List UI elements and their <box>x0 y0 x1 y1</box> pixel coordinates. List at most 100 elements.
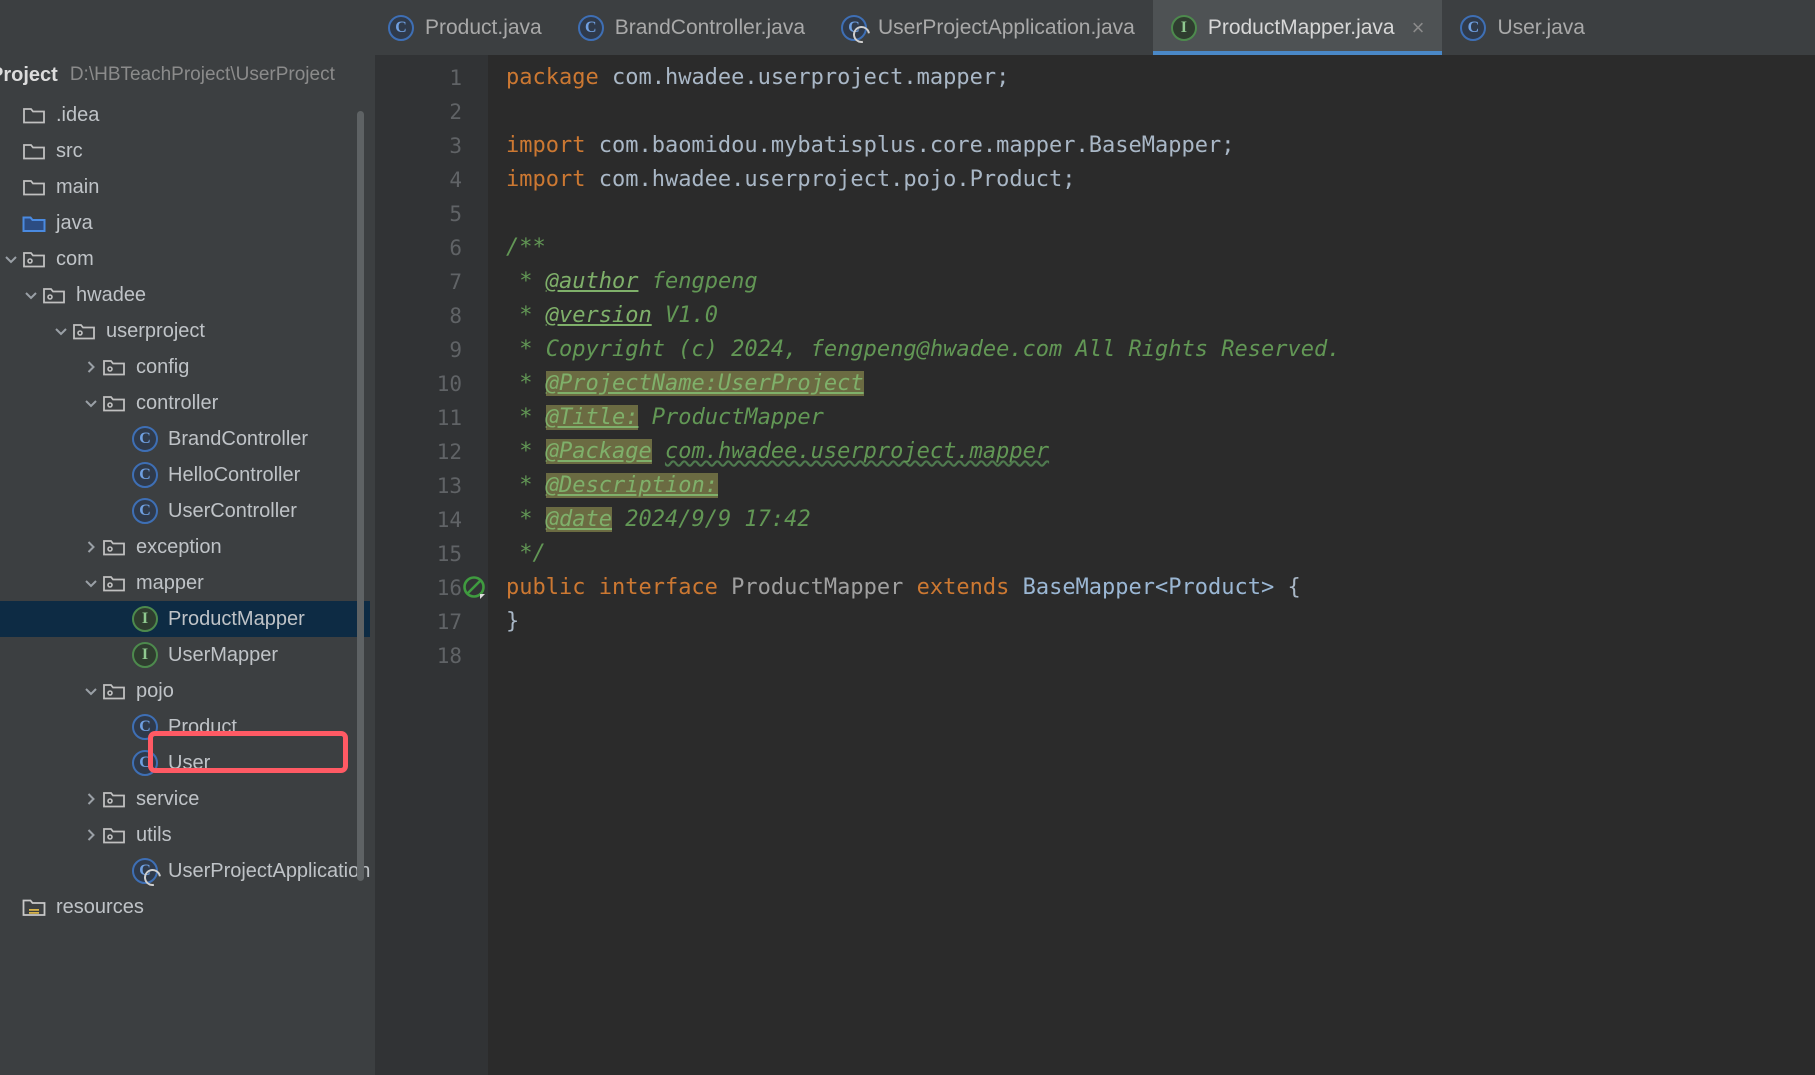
chevron-right-icon[interactable] <box>80 536 102 558</box>
chevron-right-icon[interactable] <box>80 788 102 810</box>
code-token: import <box>506 167 599 192</box>
editor-tab-product-java[interactable]: C Product.java <box>370 0 560 55</box>
code-line-15: */ <box>488 537 1815 571</box>
code-editor[interactable]: 1 2 3 4 5 6 7 8 9 10 11 12 13 14 15 16 17 18 package com.… <box>370 55 1815 1075</box>
tree-item-config[interactable]: config <box>0 349 370 385</box>
tree-item-controller[interactable]: controller <box>0 385 370 421</box>
tree-item-mapper[interactable]: mapper <box>0 565 370 601</box>
code-token: public <box>506 575 599 600</box>
project-panel-header: Project D:\HBTeachProject\UserProject <box>0 55 370 95</box>
project-path-label: D:\HBTeachProject\UserProject <box>69 64 335 85</box>
tree-item-com[interactable]: com <box>0 241 370 277</box>
tree-item-exception[interactable]: exception <box>0 529 370 565</box>
tree-item-label: User <box>168 751 211 774</box>
tree-item-label: utils <box>136 823 172 846</box>
project-panel-title: Project <box>0 63 58 86</box>
editor-tab-brandcontroller-java[interactable]: C BrandController.java <box>560 0 823 55</box>
line-number-15: 15 <box>436 542 462 566</box>
code-token: { <box>1274 575 1301 600</box>
code-token: V1.0 <box>651 303 718 328</box>
code-line-17: } <box>488 605 1815 639</box>
editor-tab-userprojectapplication-java[interactable]: C UserProjectApplication.java <box>823 0 1153 55</box>
tree-item-label: com <box>56 247 94 270</box>
package-folder-icon <box>72 320 96 342</box>
code-token: @Package <box>545 439 652 464</box>
chevron-down-icon[interactable] <box>50 320 72 342</box>
tree-item-label: userproject <box>106 319 205 342</box>
tree-item-usercontroller[interactable]: C UserController <box>0 493 370 529</box>
editor-gutter[interactable]: 1 2 3 4 5 6 7 8 9 10 11 12 13 14 15 16 17 18 <box>370 55 488 1075</box>
close-icon[interactable]: × <box>1412 16 1425 39</box>
tree-item-productmapper[interactable]: I ProductMapper <box>0 601 370 637</box>
line-number-14: 14 <box>436 508 462 532</box>
tree-item-label: BrandController <box>168 427 309 450</box>
code-line-14: * @date 2024/9/9 17:42 <box>488 503 1815 537</box>
code-token: @author <box>545 269 639 294</box>
tree-item-product[interactable]: C Product <box>0 709 370 745</box>
code-token: interface <box>598 575 732 600</box>
tree-item-label: mapper <box>136 571 204 594</box>
code-line-9: * Copyright (c) 2024, fengpeng@hwadee.co… <box>488 333 1815 367</box>
chevron-right-icon[interactable] <box>80 824 102 846</box>
code-token: 2024/9/9 17:42 <box>611 507 811 532</box>
tree-item-pojo[interactable]: pojo <box>0 673 370 709</box>
tree-item-src[interactable]: src <box>0 133 370 169</box>
chevron-down-icon[interactable] <box>0 248 22 270</box>
java-class-icon: C <box>1460 14 1487 41</box>
folder-icon <box>22 176 46 198</box>
tree-item--idea[interactable]: .idea <box>0 97 370 133</box>
code-token: com.hwadee.userproject.mapper; <box>611 65 1010 90</box>
folder-icon <box>22 140 46 162</box>
project-tree[interactable]: .idea src main java com hwadee userproject conf… <box>0 95 370 925</box>
tree-item-label: .idea <box>56 103 100 126</box>
tree-item-label: UserProjectApplication <box>168 859 370 882</box>
tree-item-label: main <box>56 175 100 198</box>
sidebar-scrollbar[interactable] <box>357 111 364 881</box>
tree-item-service[interactable]: service <box>0 781 370 817</box>
tree-item-hwadee[interactable]: hwadee <box>0 277 370 313</box>
code-token: ProductMapper <box>731 575 904 600</box>
code-token: @date <box>545 507 612 532</box>
java-class-icon: C <box>388 14 414 41</box>
tree-item-label: java <box>56 211 93 234</box>
tree-item-label: controller <box>136 391 219 414</box>
chevron-down-icon[interactable] <box>80 680 102 702</box>
package-folder-icon <box>102 356 126 378</box>
tab-label: UserProjectApplication.java <box>878 15 1135 39</box>
editor-tab-user-java[interactable]: C User.java <box>1442 0 1603 55</box>
code-token: * <box>506 405 546 430</box>
chevron-down-icon[interactable] <box>20 284 42 306</box>
tab-label: ProductMapper.java <box>1207 15 1395 39</box>
line-number-9: 9 <box>449 338 462 362</box>
tree-item-utils[interactable]: utils <box>0 817 370 853</box>
line-number-10: 10 <box>436 372 462 396</box>
spring-boot-class-icon: C <box>132 858 158 884</box>
tree-item-usermapper[interactable]: I UserMapper <box>0 637 370 673</box>
mybatis-mapper-icon[interactable] <box>462 575 488 601</box>
line-number-4: 4 <box>449 168 462 192</box>
editor-code-area[interactable]: package com.hwadee.userproject.mapper; i… <box>488 55 1815 1075</box>
line-number-8: 8 <box>449 304 462 328</box>
chevron-right-icon[interactable] <box>80 356 102 378</box>
tree-item-userproject[interactable]: userproject <box>0 313 370 349</box>
tree-item-label: ProductMapper <box>168 607 305 630</box>
tree-item-brandcontroller[interactable]: C BrandController <box>0 421 370 457</box>
tree-item-label: UserMapper <box>168 643 279 666</box>
tree-item-label: service <box>136 787 200 810</box>
tree-item-main[interactable]: main <box>0 169 370 205</box>
tree-item-hellocontroller[interactable]: C HelloController <box>0 457 370 493</box>
java-class-icon: C <box>132 462 158 488</box>
editor-tab-productmapper-java[interactable]: I ProductMapper.java × <box>1152 0 1443 55</box>
code-line-3: import com.baomidou.mybatisplus.core.map… <box>488 129 1815 163</box>
tree-item-java[interactable]: java <box>0 205 370 241</box>
chevron-down-icon[interactable] <box>80 392 102 414</box>
code-line-16: public interface ProductMapper extends B… <box>488 571 1815 605</box>
tree-item-userprojectapplication[interactable]: C UserProjectApplication <box>0 853 370 889</box>
tree-item-user[interactable]: C User <box>0 745 370 781</box>
chevron-down-icon[interactable] <box>80 572 102 594</box>
line-number-17: 17 <box>436 610 462 634</box>
tree-item-resources[interactable]: resources <box>0 889 370 925</box>
tree-item-label: HelloController <box>168 463 301 486</box>
package-folder-icon <box>102 536 126 558</box>
